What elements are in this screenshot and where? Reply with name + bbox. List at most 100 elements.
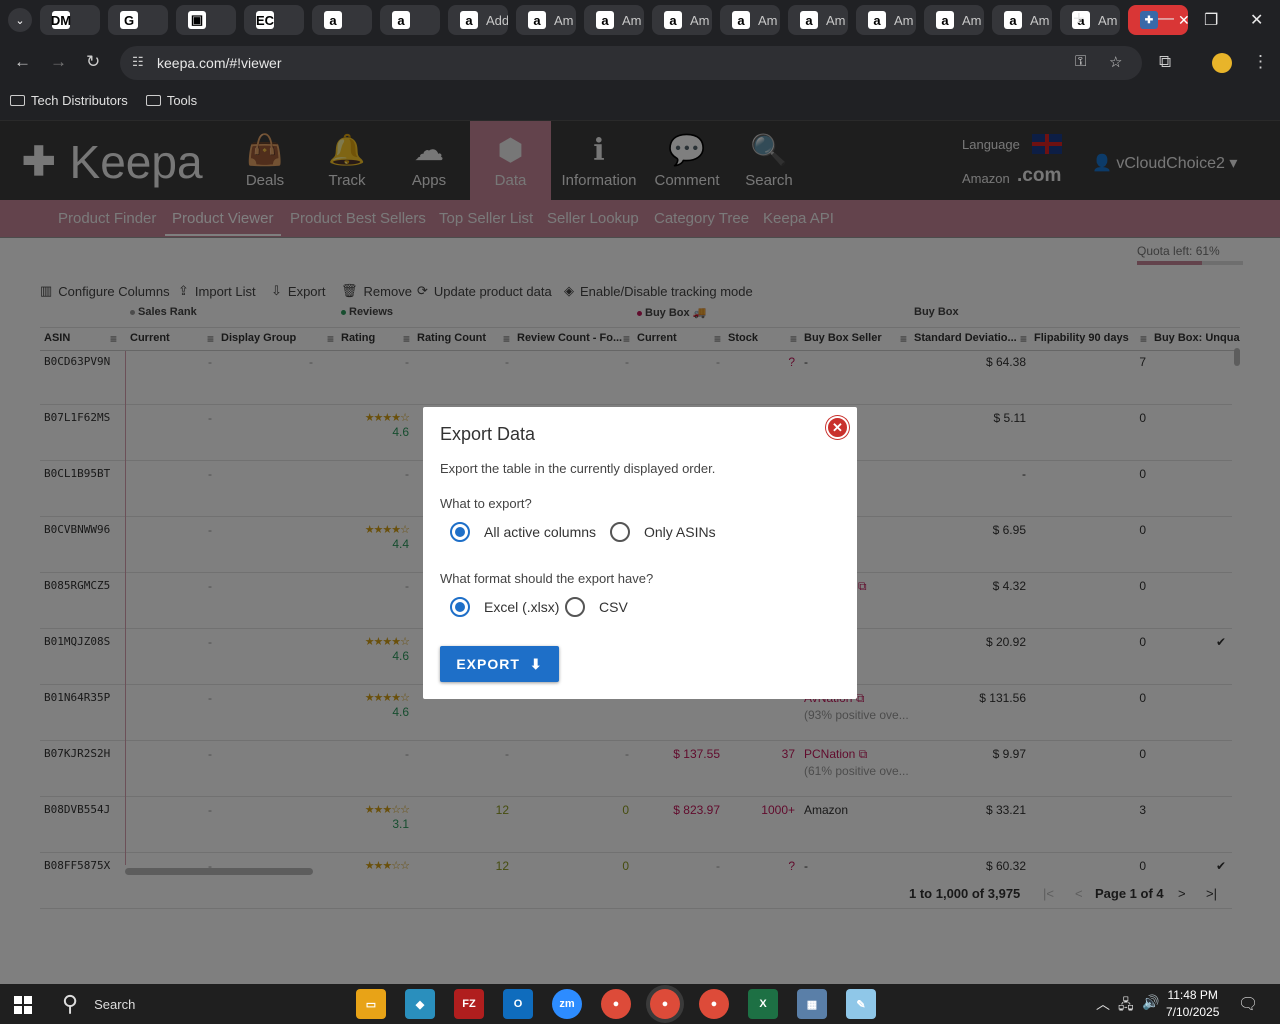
radio-excel-label[interactable]: Excel (.xlsx) <box>484 599 559 615</box>
taskbar-clock[interactable]: 11:48 PM 7/10/2025 <box>1166 987 1219 1021</box>
password-key-icon[interactable]: ⚿ <box>1075 53 1086 70</box>
volume-icon[interactable]: 🔊 <box>1142 994 1159 1011</box>
dialog-title: Export Data <box>440 424 536 444</box>
browser-tab[interactable]: EC <box>244 5 304 35</box>
notifications-icon[interactable]: 🗨 <box>1238 994 1258 1014</box>
tab-title: Am <box>758 12 778 28</box>
amazon-icon: a <box>1004 11 1022 29</box>
browser-tab[interactable]: a Am <box>584 5 644 35</box>
tab-title: Am <box>894 12 914 28</box>
radio-only-asins-label[interactable]: Only ASINs <box>644 524 716 540</box>
dialog-description: Export the table in the currently displa… <box>440 461 716 476</box>
file-explorer-icon[interactable]: ▭ <box>356 989 386 1019</box>
tray-chevron-icon[interactable]: ︿ <box>1096 994 1110 1014</box>
restore-button[interactable]: ❐ <box>1204 10 1218 30</box>
minimize-button[interactable]: — <box>1158 10 1174 28</box>
browser-tab[interactable]: a Add <box>448 5 508 35</box>
amazon-icon: a <box>324 11 342 29</box>
keepa-favicon-icon: ✚ <box>1140 11 1158 29</box>
address-bar[interactable]: ☷ keepa.com/#!viewer ⚿ ☆ <box>120 46 1142 80</box>
browser-tab-strip: ⌄ DM G ▣ EC a a a Add a Am a Am a Am a Am a Am a Am a Am a Am a A… <box>0 0 1280 40</box>
amazon-icon: a <box>596 11 614 29</box>
calculator-icon[interactable]: ▦ <box>797 989 827 1019</box>
close-window-button[interactable]: ✕ <box>1250 10 1263 30</box>
radio-excel[interactable] <box>450 597 470 617</box>
export-what-label: What to export? <box>440 496 532 511</box>
export-dialog: Export Data ✕ Export the table in the cu… <box>423 407 857 699</box>
favicon-icon: ▣ <box>188 11 206 29</box>
browser-tab[interactable]: a <box>380 5 440 35</box>
browser-tab[interactable]: a Am <box>992 5 1052 35</box>
export-format-label: What format should the export have? <box>440 571 654 586</box>
favicon-icon: EC <box>255 11 275 29</box>
close-tab-icon[interactable]: ✕ <box>1178 12 1190 29</box>
excel-icon[interactable]: X <box>748 989 778 1019</box>
browser-tab[interactable]: DM <box>40 5 100 35</box>
network-icon[interactable]: 🖧 <box>1118 994 1134 1018</box>
extensions-icon[interactable]: ⧉ <box>1159 52 1171 72</box>
amazon-icon: a <box>936 11 954 29</box>
app-blue-icon[interactable]: ◆ <box>405 989 435 1019</box>
browser-tab[interactable]: a Am <box>1060 5 1120 35</box>
outlook-icon[interactable]: O <box>503 989 533 1019</box>
amazon-icon: a <box>868 11 886 29</box>
browser-tab[interactable]: G <box>108 5 168 35</box>
chrome-icon[interactable]: ● <box>699 989 729 1019</box>
browser-tab[interactable]: a Am <box>924 5 984 35</box>
bookmark-tech-distributors[interactable]: Tech Distributors <box>10 93 128 108</box>
favicon-icon: G <box>120 11 138 29</box>
download-icon: ⬇ <box>529 655 543 672</box>
radio-all-columns-label[interactable]: All active columns <box>484 524 596 540</box>
favicon-icon: DM <box>50 11 72 29</box>
tab-title: Am <box>622 12 642 28</box>
amazon-icon: a <box>732 11 750 29</box>
amazon-icon: a <box>664 11 682 29</box>
bookmark-star-icon[interactable]: ☆ <box>1109 53 1122 71</box>
windows-taskbar: ⚲ Search ▭ ◆ FZ O zm ● ● ● X ▦ ✎ ︿ 🖧 🔊 11… <box>0 984 1280 1024</box>
search-icon: ⚲ <box>62 991 79 1016</box>
taskbar-search[interactable]: ⚲ Search <box>52 988 342 1020</box>
back-button[interactable]: ← <box>14 52 31 72</box>
amazon-icon: a <box>528 11 546 29</box>
chrome-active-icon[interactable]: ● <box>650 989 680 1019</box>
profile-avatar[interactable] <box>1212 53 1232 73</box>
radio-only-asins[interactable] <box>610 522 630 542</box>
tab-title: Am <box>554 12 574 28</box>
amazon-icon: a <box>392 11 410 29</box>
notepad-icon[interactable]: ✎ <box>846 989 876 1019</box>
tab-title: Am <box>826 12 846 28</box>
radio-csv-label[interactable]: CSV <box>599 599 628 615</box>
bookmarks-bar: Tech Distributors Tools <box>0 86 1280 114</box>
browser-tab[interactable]: a Am <box>516 5 576 35</box>
browser-tab[interactable]: ▣ <box>176 5 236 35</box>
browser-tab[interactable]: a Am <box>788 5 848 35</box>
tab-title: Am <box>1098 12 1118 28</box>
amazon-icon: a <box>800 11 818 29</box>
browser-tab[interactable]: a <box>312 5 372 35</box>
chrome-icon[interactable]: ● <box>601 989 631 1019</box>
close-icon[interactable]: ✕ <box>826 416 849 439</box>
browser-tab[interactable]: a Am <box>856 5 916 35</box>
reload-button[interactable]: ↻ <box>86 52 100 72</box>
tab-search-button[interactable]: ⌄ <box>8 8 32 32</box>
radio-csv[interactable] <box>565 597 585 617</box>
zoom-icon[interactable]: zm <box>552 989 582 1019</box>
export-confirm-button[interactable]: EXPORT ⬇ <box>440 646 559 682</box>
bookmark-tools[interactable]: Tools <box>145 93 197 108</box>
new-tab-button[interactable]: + <box>1073 8 1085 31</box>
browser-tab[interactable]: a Am <box>652 5 712 35</box>
radio-all-columns[interactable] <box>450 522 470 542</box>
forward-button[interactable]: → <box>50 52 67 72</box>
tab-title: Am <box>1030 12 1050 28</box>
filezilla-icon[interactable]: FZ <box>454 989 484 1019</box>
tab-title: Am <box>690 12 710 28</box>
browser-toolbar: ← → ↻ ☷ keepa.com/#!viewer ⚿ ☆ ⧉ ⋮ <box>0 40 1280 86</box>
browser-tab[interactable]: a Am <box>720 5 780 35</box>
folder-icon <box>145 94 161 106</box>
amazon-icon: a <box>460 11 478 29</box>
site-info-icon[interactable]: ☷ <box>132 54 144 70</box>
windows-start-icon[interactable] <box>14 996 32 1014</box>
browser-menu-icon[interactable]: ⋮ <box>1252 52 1269 72</box>
folder-icon <box>10 94 25 106</box>
tab-title: Add <box>486 12 508 28</box>
